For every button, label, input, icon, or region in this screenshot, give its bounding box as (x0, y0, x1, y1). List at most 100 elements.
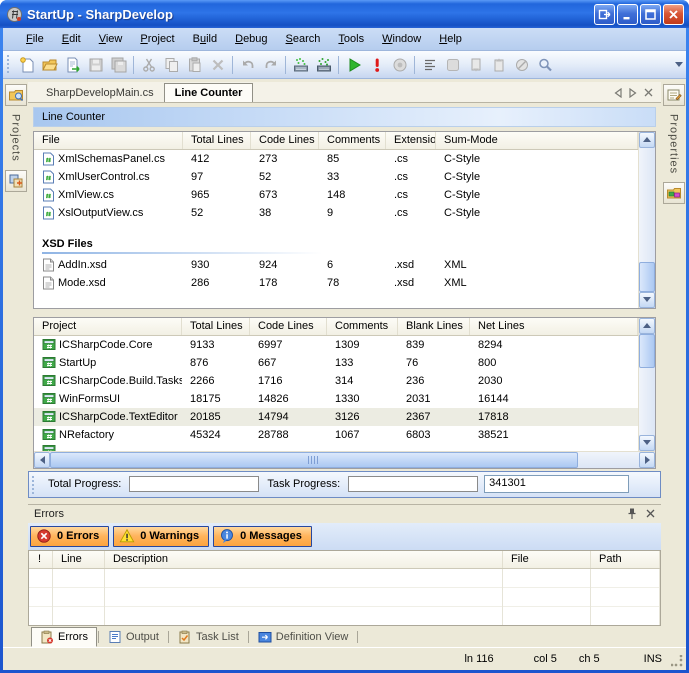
column-header-line[interactable]: Line (53, 551, 105, 568)
column-header-file[interactable]: File (503, 551, 591, 568)
file-row[interactable]: XslOutputView.cs 52 38 9 .cs C-Style (34, 204, 638, 222)
column-header-comments[interactable]: Comments (327, 318, 398, 335)
tab-sharpdevelopmain-cs[interactable]: SharpDevelopMain.cs (36, 84, 164, 102)
search-button[interactable] (533, 54, 556, 76)
menu-item[interactable]: Window (373, 30, 430, 48)
float-window-button[interactable] (594, 4, 615, 25)
maximize-button[interactable] (640, 4, 661, 25)
toolbar-grip[interactable] (31, 476, 36, 494)
scroll-right-button[interactable] (639, 452, 655, 468)
close-panel-button[interactable] (646, 509, 655, 518)
save-all-button[interactable] (107, 54, 130, 76)
tab-errors[interactable]: Errors (31, 627, 97, 647)
projects-table-hscrollbar[interactable] (34, 451, 655, 468)
column-header-total-lines[interactable]: Total Lines (183, 132, 251, 149)
copy-button[interactable] (160, 54, 183, 76)
project-row[interactable]: ICSharpCode.Core 9133 6997 1309 839 8294 (34, 336, 638, 354)
undo-button[interactable] (236, 54, 259, 76)
column-header-code-lines[interactable]: Code Lines (250, 318, 327, 335)
sidebar-tab-properties[interactable] (663, 84, 685, 106)
menu-item[interactable]: Search (277, 30, 330, 48)
column-header-project[interactable]: Project (34, 318, 182, 335)
column-header-net-lines[interactable]: Net Lines (470, 318, 638, 335)
paste-button[interactable] (183, 54, 206, 76)
redo-button[interactable] (259, 54, 282, 76)
file-row[interactable]: XmlSchemasPanel.cs 412 273 85 .cs C-Styl… (34, 150, 638, 168)
column-header-comments[interactable]: Comments (319, 132, 386, 149)
scrollbar-thumb[interactable] (50, 452, 578, 468)
clear-bookmarks-button[interactable] (510, 54, 533, 76)
file-row[interactable]: XmlView.cs 965 673 148 .cs C-Style (34, 186, 638, 204)
panel-button[interactable] (441, 54, 464, 76)
menu-item[interactable]: Tools (329, 30, 373, 48)
scroll-up-button[interactable] (639, 318, 655, 334)
next-bookmark-button[interactable] (487, 54, 510, 76)
prev-bookmark-button[interactable] (464, 54, 487, 76)
column-header-total-lines[interactable]: Total Lines (182, 318, 250, 335)
scroll-left-button[interactable] (34, 452, 50, 468)
tab-task-list[interactable]: Task List (170, 627, 247, 647)
column-header-path[interactable]: Path (591, 551, 660, 568)
column-header-extension[interactable]: Extension (386, 132, 436, 149)
scroll-down-button[interactable] (639, 292, 655, 308)
menu-item[interactable]: Project (131, 30, 183, 48)
file-row[interactable]: Mode.xsd 286 178 78 .xsd XML (34, 274, 638, 292)
messages-filter-button[interactable]: 0 Messages (213, 526, 312, 547)
minimize-button[interactable] (617, 4, 638, 25)
toolbar-overflow-button[interactable] (673, 54, 684, 76)
cut-button[interactable] (137, 54, 160, 76)
column-header-description[interactable]: Description (105, 551, 503, 568)
sidebar-label-projects[interactable]: Projects (10, 110, 22, 166)
close-button[interactable] (663, 4, 684, 25)
menu-item[interactable]: Build (184, 30, 226, 48)
sidebar-tab-projects[interactable] (5, 84, 27, 106)
close-tab-button[interactable] (644, 88, 653, 97)
column-header-blank-lines[interactable]: Blank Lines (398, 318, 470, 335)
menu-item[interactable]: File (17, 30, 53, 48)
project-row[interactable]: ICSharpCode.TextEditor 20185 14794 3126 … (34, 408, 638, 426)
column-header-file[interactable]: File (34, 132, 183, 149)
menu-item[interactable]: Help (430, 30, 471, 48)
tab-output[interactable]: Output (100, 627, 167, 647)
save-button[interactable] (84, 54, 107, 76)
project-row[interactable]: NRefactory 45324 28788 1067 6803 38521 (34, 426, 638, 444)
run-button[interactable] (342, 54, 365, 76)
column-header-severity[interactable]: ! (29, 551, 53, 568)
save-as-button[interactable] (61, 54, 84, 76)
projects-table-vscrollbar[interactable] (638, 318, 655, 451)
title-bar[interactable]: StartUp - SharpDevelop (0, 0, 689, 28)
menu-item[interactable]: Edit (53, 30, 90, 48)
column-header-code-lines[interactable]: Code Lines (251, 132, 319, 149)
sidebar-label-properties[interactable]: Properties (668, 110, 680, 178)
menu-item[interactable]: Debug (226, 30, 276, 48)
delete-button[interactable] (206, 54, 229, 76)
abort-button[interactable] (365, 54, 388, 76)
next-tab-button[interactable] (629, 88, 637, 98)
scroll-up-button[interactable] (639, 132, 655, 148)
resize-grip[interactable] (671, 655, 683, 667)
warnings-filter-button[interactable]: 0 Warnings (113, 526, 209, 547)
open-file-button[interactable] (38, 54, 61, 76)
pin-button[interactable] (626, 507, 638, 520)
column-header-sum-mode[interactable]: Sum-Mode (436, 132, 638, 149)
project-row[interactable]: WinFormsUI 18175 14826 1330 2031 16144 (34, 390, 638, 408)
project-row[interactable] (34, 444, 638, 451)
project-row[interactable]: StartUp 876 667 133 76 800 (34, 354, 638, 372)
build-button[interactable] (289, 54, 312, 76)
scrollbar-thumb[interactable] (639, 334, 655, 368)
menu-item[interactable]: View (90, 30, 132, 48)
record-button[interactable] (388, 54, 411, 76)
toolbar-grip[interactable] (6, 55, 11, 74)
project-row[interactable]: ICSharpCode.Build.Tasks 2266 1716 314 23… (34, 372, 638, 390)
file-row[interactable]: AddIn.xsd 930 924 6 .xsd XML (34, 256, 638, 274)
tab-line-counter[interactable]: Line Counter (164, 83, 254, 102)
files-table-vscrollbar[interactable] (638, 132, 655, 308)
sidebar-tab-classes[interactable] (5, 170, 27, 192)
rebuild-button[interactable] (312, 54, 335, 76)
errors-filter-button[interactable]: 0 Errors (30, 526, 109, 547)
scroll-down-button[interactable] (639, 435, 655, 451)
new-file-button[interactable] (15, 54, 38, 76)
sidebar-tab-toolbox[interactable] (663, 182, 685, 204)
tab-definition-view[interactable]: Definition View (250, 627, 357, 647)
output-list-button[interactable] (418, 54, 441, 76)
